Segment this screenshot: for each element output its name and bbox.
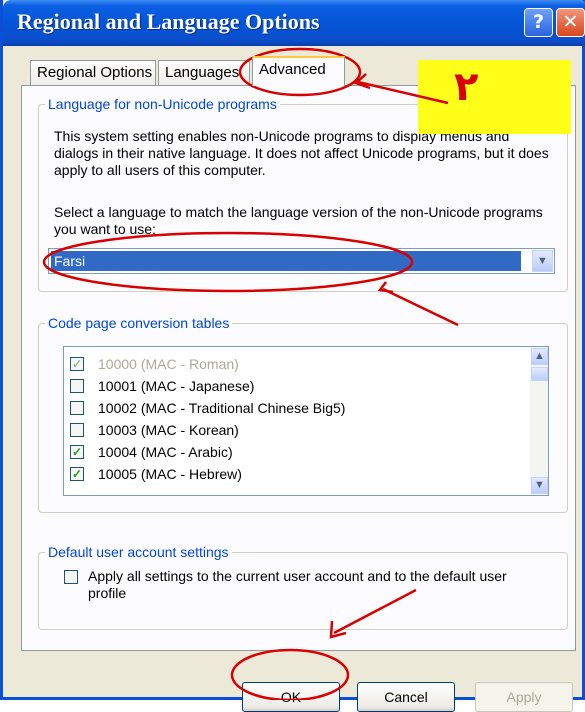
select-language-prompt: Select a language to match the language … bbox=[54, 204, 543, 237]
checkbox-unchecked[interactable] bbox=[70, 423, 84, 437]
checkbox-checked[interactable]: ✓ bbox=[70, 445, 84, 459]
checkbox-checked[interactable]: ✓ bbox=[70, 467, 84, 481]
default-user-legend: Default user account settings bbox=[45, 544, 232, 560]
checkbox-checked[interactable]: ✓ bbox=[70, 357, 84, 371]
tab-regional-options[interactable]: Regional Options bbox=[30, 60, 156, 86]
checkbox-unchecked[interactable] bbox=[70, 379, 84, 393]
tab-languages[interactable]: Languages bbox=[158, 60, 250, 86]
scroll-up-icon[interactable]: ▲ bbox=[531, 348, 548, 365]
language-select[interactable]: Farsi ▼ bbox=[48, 248, 555, 274]
scroll-down-icon[interactable]: ▼ bbox=[531, 477, 548, 494]
list-scrollbar[interactable]: ▲ ▼ bbox=[530, 347, 548, 495]
non-unicode-legend: Language for non-Unicode programs bbox=[45, 96, 280, 112]
chevron-down-icon[interactable]: ▼ bbox=[532, 250, 553, 272]
annotation-step-number: ۲ bbox=[454, 64, 479, 110]
apply-default-checkbox[interactable] bbox=[64, 570, 78, 584]
code-page-list[interactable]: ✓ 10000 (MAC - Roman) 10001 (MAC - Japan… bbox=[63, 346, 549, 496]
ok-button[interactable]: OK bbox=[242, 682, 340, 712]
apply-default-label[interactable]: Apply all settings to the current user a… bbox=[88, 568, 548, 602]
scroll-thumb[interactable] bbox=[531, 367, 548, 381]
window-title: Regional and Language Options bbox=[17, 9, 320, 34]
code-page-legend: Code page conversion tables bbox=[45, 315, 233, 331]
non-unicode-description: This system setting enables non-Unicode … bbox=[54, 128, 549, 178]
language-select-value: Farsi bbox=[51, 251, 521, 271]
tab-advanced[interactable]: Advanced bbox=[252, 56, 345, 86]
title-bar[interactable]: Regional and Language Options ? ✕ bbox=[3, 0, 585, 46]
list-item-label: 10000 (MAC - Roman) bbox=[98, 356, 239, 372]
cancel-button[interactable]: Cancel bbox=[357, 682, 455, 712]
list-item-label: 10004 (MAC - Arabic) bbox=[98, 444, 233, 460]
apply-button[interactable]: Apply bbox=[475, 682, 573, 712]
list-item-label: 10001 (MAC - Japanese) bbox=[98, 378, 255, 394]
list-item-label: 10002 (MAC - Traditional Chinese Big5) bbox=[98, 400, 346, 416]
list-item-label: 10003 (MAC - Korean) bbox=[98, 422, 239, 438]
close-button[interactable]: ✕ bbox=[556, 8, 585, 37]
checkbox-unchecked[interactable] bbox=[70, 401, 84, 415]
annotation-step-box bbox=[418, 60, 571, 134]
help-button[interactable]: ? bbox=[524, 8, 553, 37]
list-item-label: 10005 (MAC - Hebrew) bbox=[98, 466, 242, 482]
